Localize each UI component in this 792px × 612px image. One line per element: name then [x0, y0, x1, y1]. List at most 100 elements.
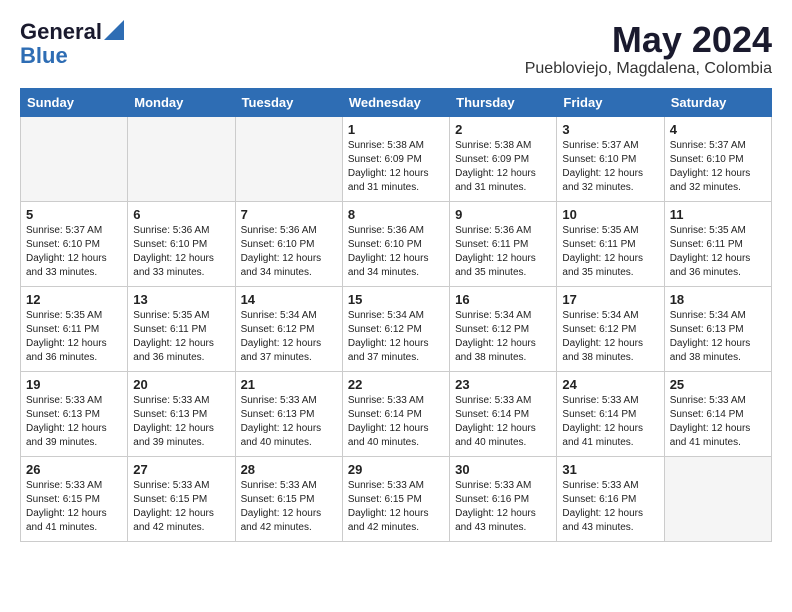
day-number: 6: [133, 207, 229, 222]
calendar-week-row: 26Sunrise: 5:33 AM Sunset: 6:15 PM Dayli…: [21, 456, 772, 541]
table-row: 5Sunrise: 5:37 AM Sunset: 6:10 PM Daylig…: [21, 201, 128, 286]
day-info: Sunrise: 5:34 AM Sunset: 6:12 PM Dayligh…: [455, 309, 551, 365]
day-info: Sunrise: 5:33 AM Sunset: 6:16 PM Dayligh…: [562, 479, 658, 535]
calendar-table: Sunday Monday Tuesday Wednesday Thursday…: [20, 88, 772, 542]
calendar-week-row: 5Sunrise: 5:37 AM Sunset: 6:10 PM Daylig…: [21, 201, 772, 286]
table-row: 26Sunrise: 5:33 AM Sunset: 6:15 PM Dayli…: [21, 456, 128, 541]
day-info: Sunrise: 5:33 AM Sunset: 6:15 PM Dayligh…: [241, 479, 337, 535]
day-number: 29: [348, 462, 444, 477]
day-info: Sunrise: 5:35 AM Sunset: 6:11 PM Dayligh…: [562, 224, 658, 280]
page-header: General Blue May 2024 Puebloviejo, Magda…: [20, 20, 772, 78]
day-number: 5: [26, 207, 122, 222]
day-number: 19: [26, 377, 122, 392]
table-row: 31Sunrise: 5:33 AM Sunset: 6:16 PM Dayli…: [557, 456, 664, 541]
day-info: Sunrise: 5:33 AM Sunset: 6:15 PM Dayligh…: [133, 479, 229, 535]
table-row: 9 Sunrise: 5:36 AM Sunset: 6:11 PM Daylig…: [450, 201, 557, 286]
day-info: Sunrise: 5:37 AM Sunset: 6:10 PM Dayligh…: [670, 139, 766, 195]
table-row: 3 Sunrise: 5:37 AM Sunset: 6:10 PM Daylig…: [557, 116, 664, 201]
table-row: 21Sunrise: 5:33 AM Sunset: 6:13 PM Dayli…: [235, 371, 342, 456]
header-tuesday: Tuesday: [235, 88, 342, 116]
table-row: 14 Sunrise: 5:34 AM Sunset: 6:12 PM Dayli…: [235, 286, 342, 371]
day-info: Sunrise: 5:34 AM Sunset: 6:12 PM Dayligh…: [562, 309, 658, 365]
day-info: Sunrise: 5:33 AM Sunset: 6:14 PM Dayligh…: [348, 394, 444, 450]
header-friday: Friday: [557, 88, 664, 116]
day-number: 11: [670, 207, 766, 222]
day-info: Sunrise: 5:33 AM Sunset: 6:14 PM Dayligh…: [670, 394, 766, 450]
day-number: 12: [26, 292, 122, 307]
logo: General Blue: [20, 20, 124, 68]
day-info: Sunrise: 5:35 AM Sunset: 6:11 PM Dayligh…: [26, 309, 122, 365]
day-info: Sunrise: 5:33 AM Sunset: 6:14 PM Dayligh…: [562, 394, 658, 450]
day-info: Sunrise: 5:33 AM Sunset: 6:15 PM Dayligh…: [26, 479, 122, 535]
day-info: Sunrise: 5:34 AM Sunset: 6:13 PM Dayligh…: [670, 309, 766, 365]
day-number: 15: [348, 292, 444, 307]
title-area: May 2024 Puebloviejo, Magdalena, Colombi…: [525, 20, 772, 78]
day-info: Sunrise: 5:36 AM Sunset: 6:11 PM Dayligh…: [455, 224, 551, 280]
table-row: 16Sunrise: 5:34 AM Sunset: 6:12 PM Dayli…: [450, 286, 557, 371]
day-number: 18: [670, 292, 766, 307]
day-info: Sunrise: 5:36 AM Sunset: 6:10 PM Dayligh…: [241, 224, 337, 280]
day-info: Sunrise: 5:37 AM Sunset: 6:10 PM Dayligh…: [562, 139, 658, 195]
day-number: 30: [455, 462, 551, 477]
table-row: 4Sunrise: 5:37 AM Sunset: 6:10 PM Daylig…: [664, 116, 771, 201]
table-row: 22 Sunrise: 5:33 AM Sunset: 6:14 PM Dayli…: [342, 371, 449, 456]
table-row: 17Sunrise: 5:34 AM Sunset: 6:12 PM Dayli…: [557, 286, 664, 371]
header-sunday: Sunday: [21, 88, 128, 116]
day-number: 27: [133, 462, 229, 477]
day-info: Sunrise: 5:33 AM Sunset: 6:16 PM Dayligh…: [455, 479, 551, 535]
table-row: [128, 116, 235, 201]
day-info: Sunrise: 5:33 AM Sunset: 6:15 PM Dayligh…: [348, 479, 444, 535]
day-number: 1: [348, 122, 444, 137]
calendar-week-row: 1 Sunrise: 5:38 AM Sunset: 6:09 PM Daylig…: [21, 116, 772, 201]
logo-icon: [104, 20, 124, 40]
day-number: 20: [133, 377, 229, 392]
day-number: 7: [241, 207, 337, 222]
table-row: 29 Sunrise: 5:33 AM Sunset: 6:15 PM Dayli…: [342, 456, 449, 541]
calendar-week-row: 19 Sunrise: 5:33 AM Sunset: 6:13 PM Dayli…: [21, 371, 772, 456]
day-number: 22: [348, 377, 444, 392]
table-row: 2 Sunrise: 5:38 AM Sunset: 6:09 PM Daylig…: [450, 116, 557, 201]
day-number: 14: [241, 292, 337, 307]
table-row: [21, 116, 128, 201]
table-row: 1Sunrise: 5:38 AM Sunset: 6:09 PM Daylig…: [342, 116, 449, 201]
table-row: 24Sunrise: 5:33 AM Sunset: 6:14 PM Dayli…: [557, 371, 664, 456]
table-row: 10Sunrise: 5:35 AM Sunset: 6:11 PM Dayli…: [557, 201, 664, 286]
day-info: Sunrise: 5:33 AM Sunset: 6:14 PM Dayligh…: [455, 394, 551, 450]
table-row: 6 Sunrise: 5:36 AM Sunset: 6:10 PM Daylig…: [128, 201, 235, 286]
table-row: 15 Sunrise: 5:34 AM Sunset: 6:12 PM Dayli…: [342, 286, 449, 371]
day-number: 2: [455, 122, 551, 137]
table-row: 28 Sunrise: 5:33 AM Sunset: 6:15 PM Dayli…: [235, 456, 342, 541]
table-row: [235, 116, 342, 201]
table-row: 7 Sunrise: 5:36 AM Sunset: 6:10 PM Daylig…: [235, 201, 342, 286]
day-info: Sunrise: 5:33 AM Sunset: 6:13 PM Dayligh…: [26, 394, 122, 450]
table-row: 23Sunrise: 5:33 AM Sunset: 6:14 PM Dayli…: [450, 371, 557, 456]
day-number: 25: [670, 377, 766, 392]
day-number: 8: [348, 207, 444, 222]
month-title: May 2024: [525, 20, 772, 60]
day-info: Sunrise: 5:36 AM Sunset: 6:10 PM Dayligh…: [348, 224, 444, 280]
table-row: 25 Sunrise: 5:33 AM Sunset: 6:14 PM Dayli…: [664, 371, 771, 456]
calendar-week-row: 12 Sunrise: 5:35 AM Sunset: 6:11 PM Dayli…: [21, 286, 772, 371]
header-wednesday: Wednesday: [342, 88, 449, 116]
table-row: 18 Sunrise: 5:34 AM Sunset: 6:13 PM Dayli…: [664, 286, 771, 371]
logo-blue-text: Blue: [20, 43, 68, 68]
day-info: Sunrise: 5:38 AM Sunset: 6:09 PM Dayligh…: [455, 139, 551, 195]
table-row: 30 Sunrise: 5:33 AM Sunset: 6:16 PM Dayli…: [450, 456, 557, 541]
day-number: 28: [241, 462, 337, 477]
table-row: 27 Sunrise: 5:33 AM Sunset: 6:15 PM Dayli…: [128, 456, 235, 541]
table-row: 19 Sunrise: 5:33 AM Sunset: 6:13 PM Dayli…: [21, 371, 128, 456]
header-saturday: Saturday: [664, 88, 771, 116]
calendar-header-row: Sunday Monday Tuesday Wednesday Thursday…: [21, 88, 772, 116]
day-info: Sunrise: 5:34 AM Sunset: 6:12 PM Dayligh…: [348, 309, 444, 365]
day-info: Sunrise: 5:33 AM Sunset: 6:13 PM Dayligh…: [133, 394, 229, 450]
day-info: Sunrise: 5:35 AM Sunset: 6:11 PM Dayligh…: [670, 224, 766, 280]
table-row: 12 Sunrise: 5:35 AM Sunset: 6:11 PM Dayli…: [21, 286, 128, 371]
day-number: 9: [455, 207, 551, 222]
day-number: 3: [562, 122, 658, 137]
location: Puebloviejo, Magdalena, Colombia: [525, 60, 772, 78]
day-info: Sunrise: 5:34 AM Sunset: 6:12 PM Dayligh…: [241, 309, 337, 365]
logo-general-text: General: [20, 20, 102, 44]
header-thursday: Thursday: [450, 88, 557, 116]
header-monday: Monday: [128, 88, 235, 116]
day-info: Sunrise: 5:36 AM Sunset: 6:10 PM Dayligh…: [133, 224, 229, 280]
